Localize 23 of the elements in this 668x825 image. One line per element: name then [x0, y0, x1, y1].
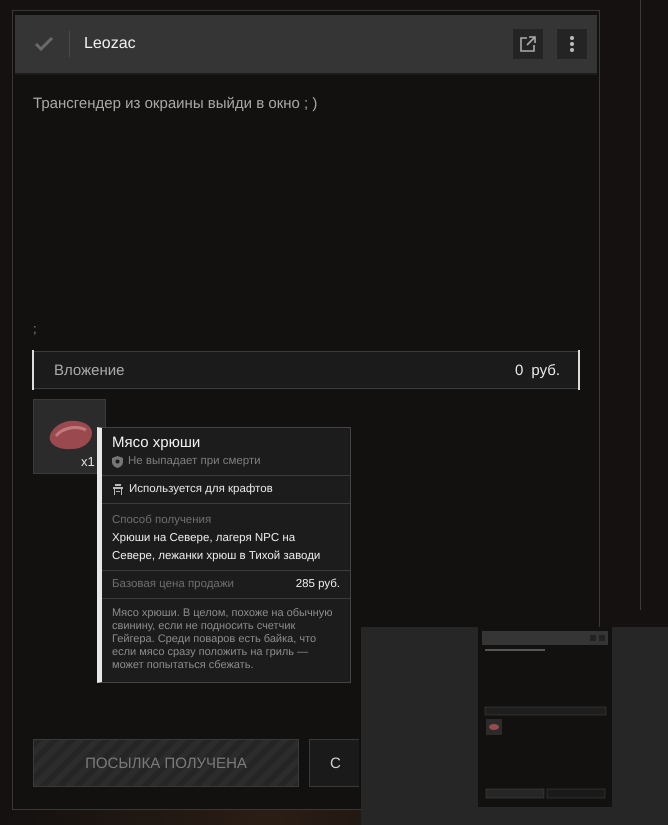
item-description: Мясо хрюши. В целом, похоже на обычную свинину, если не подносить счетчик Гейгера. Среди поваров есть байка, что если мясо сразу положить на гриль — может попытаться сбежать.: [111, 606, 334, 673]
more-options-button[interactable]: [557, 29, 587, 59]
source-text: Хрюши на Севере, лагеря NPC на Севере, лежанки хрюш в Тихой заводи: [112, 532, 320, 562]
open-external-button[interactable]: [513, 29, 543, 59]
attachment-label: Вложение: [54, 362, 126, 378]
sender-name: Leozac: [84, 35, 137, 53]
craft-note: Используется для крафтов: [129, 482, 273, 497]
external-link-icon: [519, 35, 537, 53]
shield-icon: [112, 456, 123, 468]
source-label: Способ получения: [112, 514, 212, 526]
signature-text: ;: [33, 321, 38, 338]
item-count: x1: [81, 454, 95, 469]
action-button[interactable]: С: [309, 739, 359, 787]
item-title: Мясо хрюши: [112, 434, 202, 451]
item-tag: Не выпадает при смерти: [128, 454, 261, 469]
price-label: Базовая цена продажи: [112, 577, 234, 592]
item-slot[interactable]: x1: [33, 399, 106, 474]
attachment-amount: 0: [515, 362, 524, 378]
workbench-icon: [112, 484, 124, 495]
message-text: Трансгендер из окраины выйди в окно ; ): [33, 95, 318, 114]
kebab-menu-icon: [569, 35, 575, 53]
currency-label: руб.: [531, 362, 560, 378]
price-value: 285 руб.: [296, 577, 340, 592]
